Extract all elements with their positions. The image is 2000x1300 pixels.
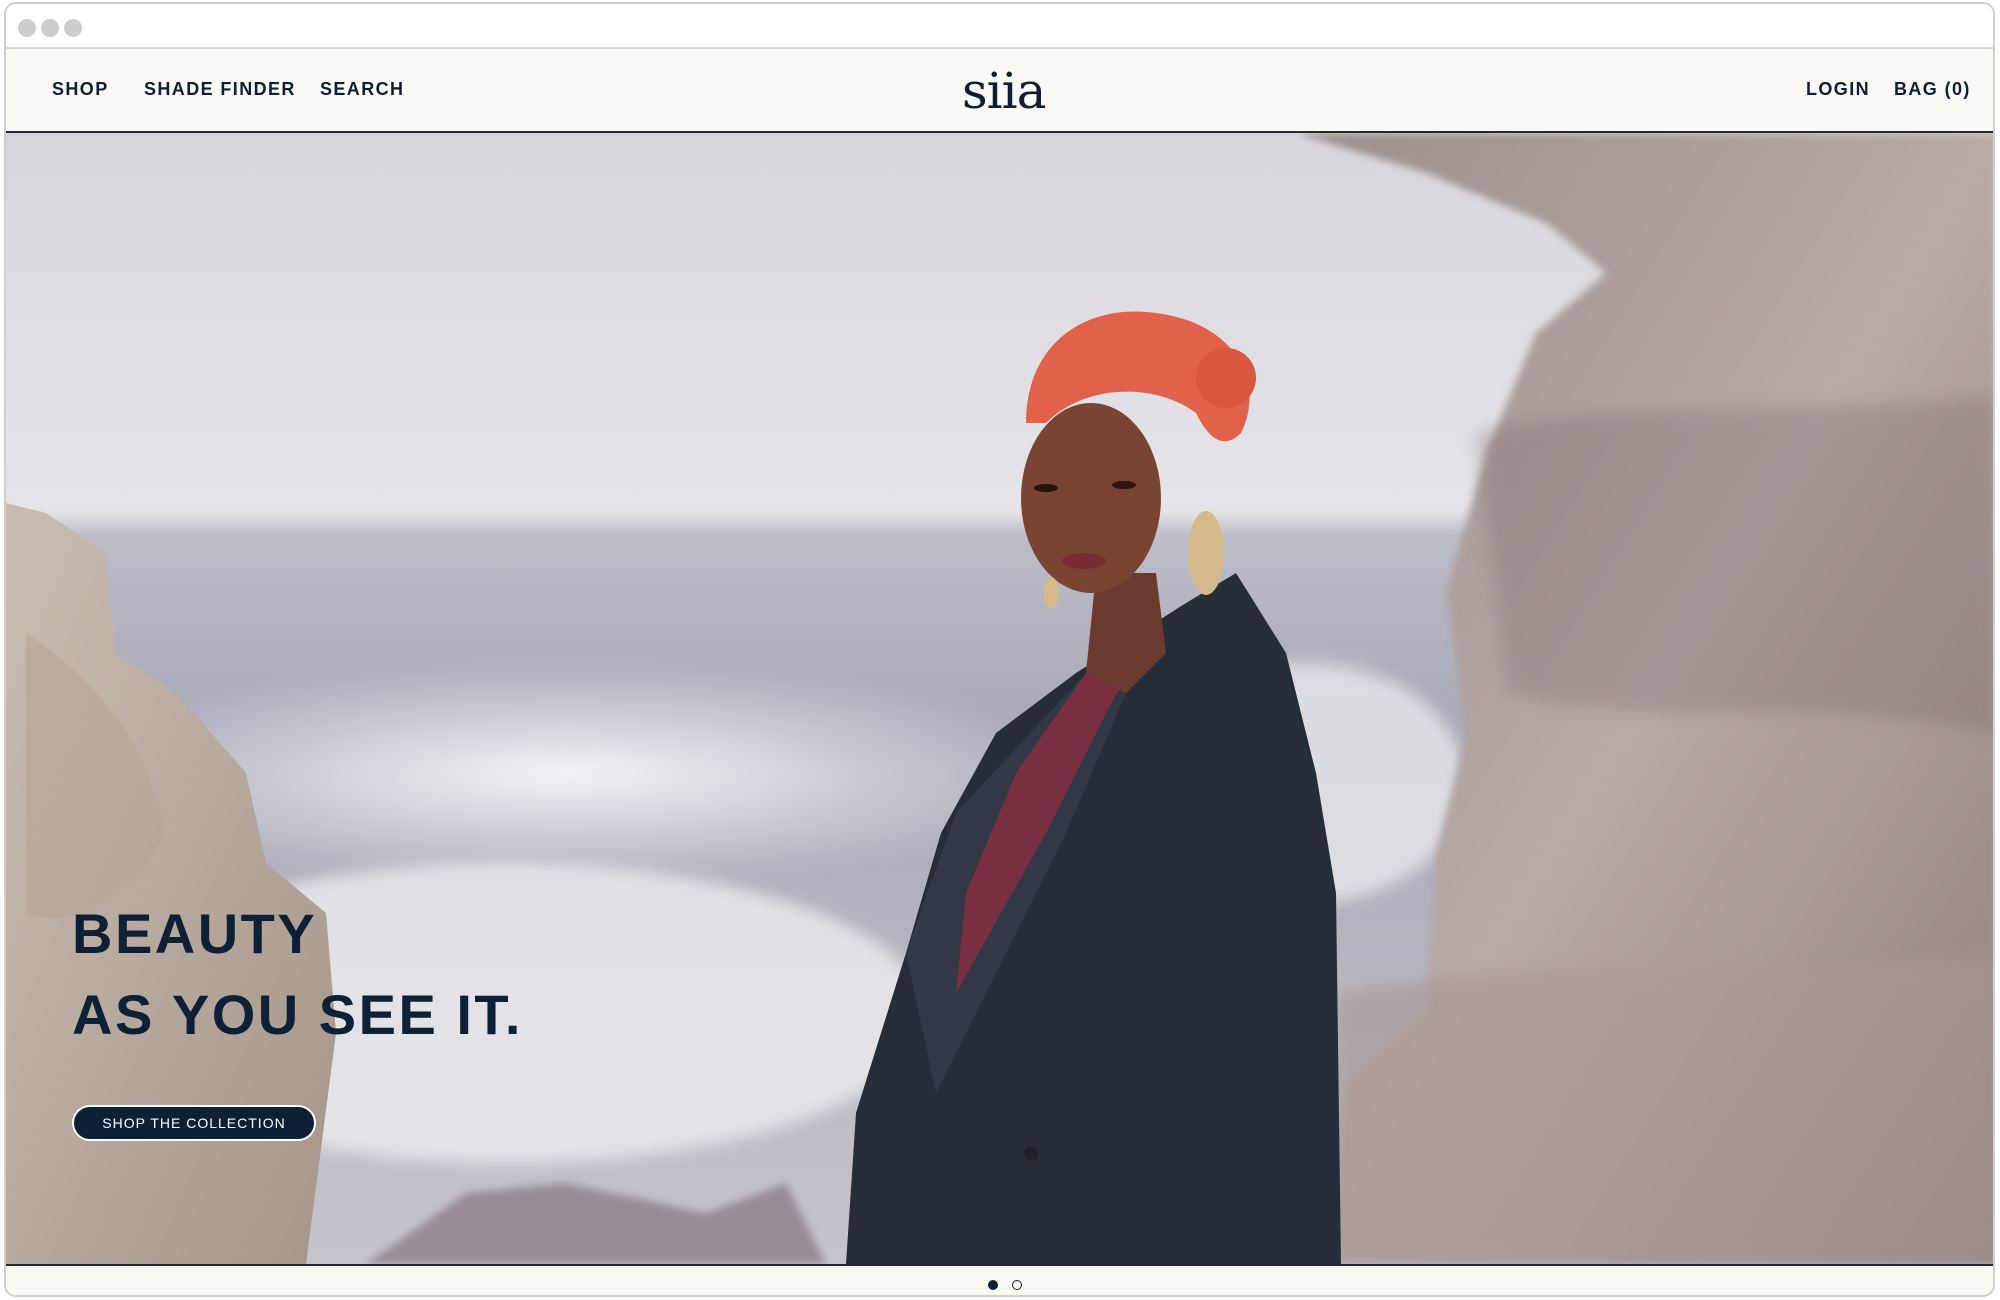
nav-search[interactable]: SEARCH [320,79,404,100]
nav-bag[interactable]: BAG (0) [1894,79,1971,100]
nav-login[interactable]: LOGIN [1806,79,1870,100]
window-titlebar [6,4,1993,49]
headline-line-2: AS YOU SEE IT. [72,983,523,1046]
nav-shop[interactable]: SHOP [52,79,109,100]
browser-window: SHOP SHADE FINDER SEARCH siia LOGIN BAG … [4,2,1995,1297]
hero-image [6,133,1993,1264]
carousel-dot-1-active[interactable] [988,1280,998,1290]
carousel-pager [6,1264,1993,1295]
carousel-dot-2[interactable] [1012,1280,1022,1290]
hero-headline: BEAUTY AS YOU SEE IT. [72,893,523,1055]
siia-logo[interactable]: siia [962,61,1046,121]
headline-line-1: BEAUTY [72,902,318,965]
site-header: SHOP SHADE FINDER SEARCH siia LOGIN BAG … [6,49,1993,133]
nav-shade-finder[interactable]: SHADE FINDER [144,79,296,100]
minimize-window-icon[interactable] [41,19,59,37]
maximize-window-icon[interactable] [64,19,82,37]
close-window-icon[interactable] [18,19,36,37]
hero-banner: BEAUTY AS YOU SEE IT. SHOP THE COLLECTIO… [6,133,1993,1264]
shop-collection-button[interactable]: SHOP THE COLLECTION [72,1105,316,1141]
